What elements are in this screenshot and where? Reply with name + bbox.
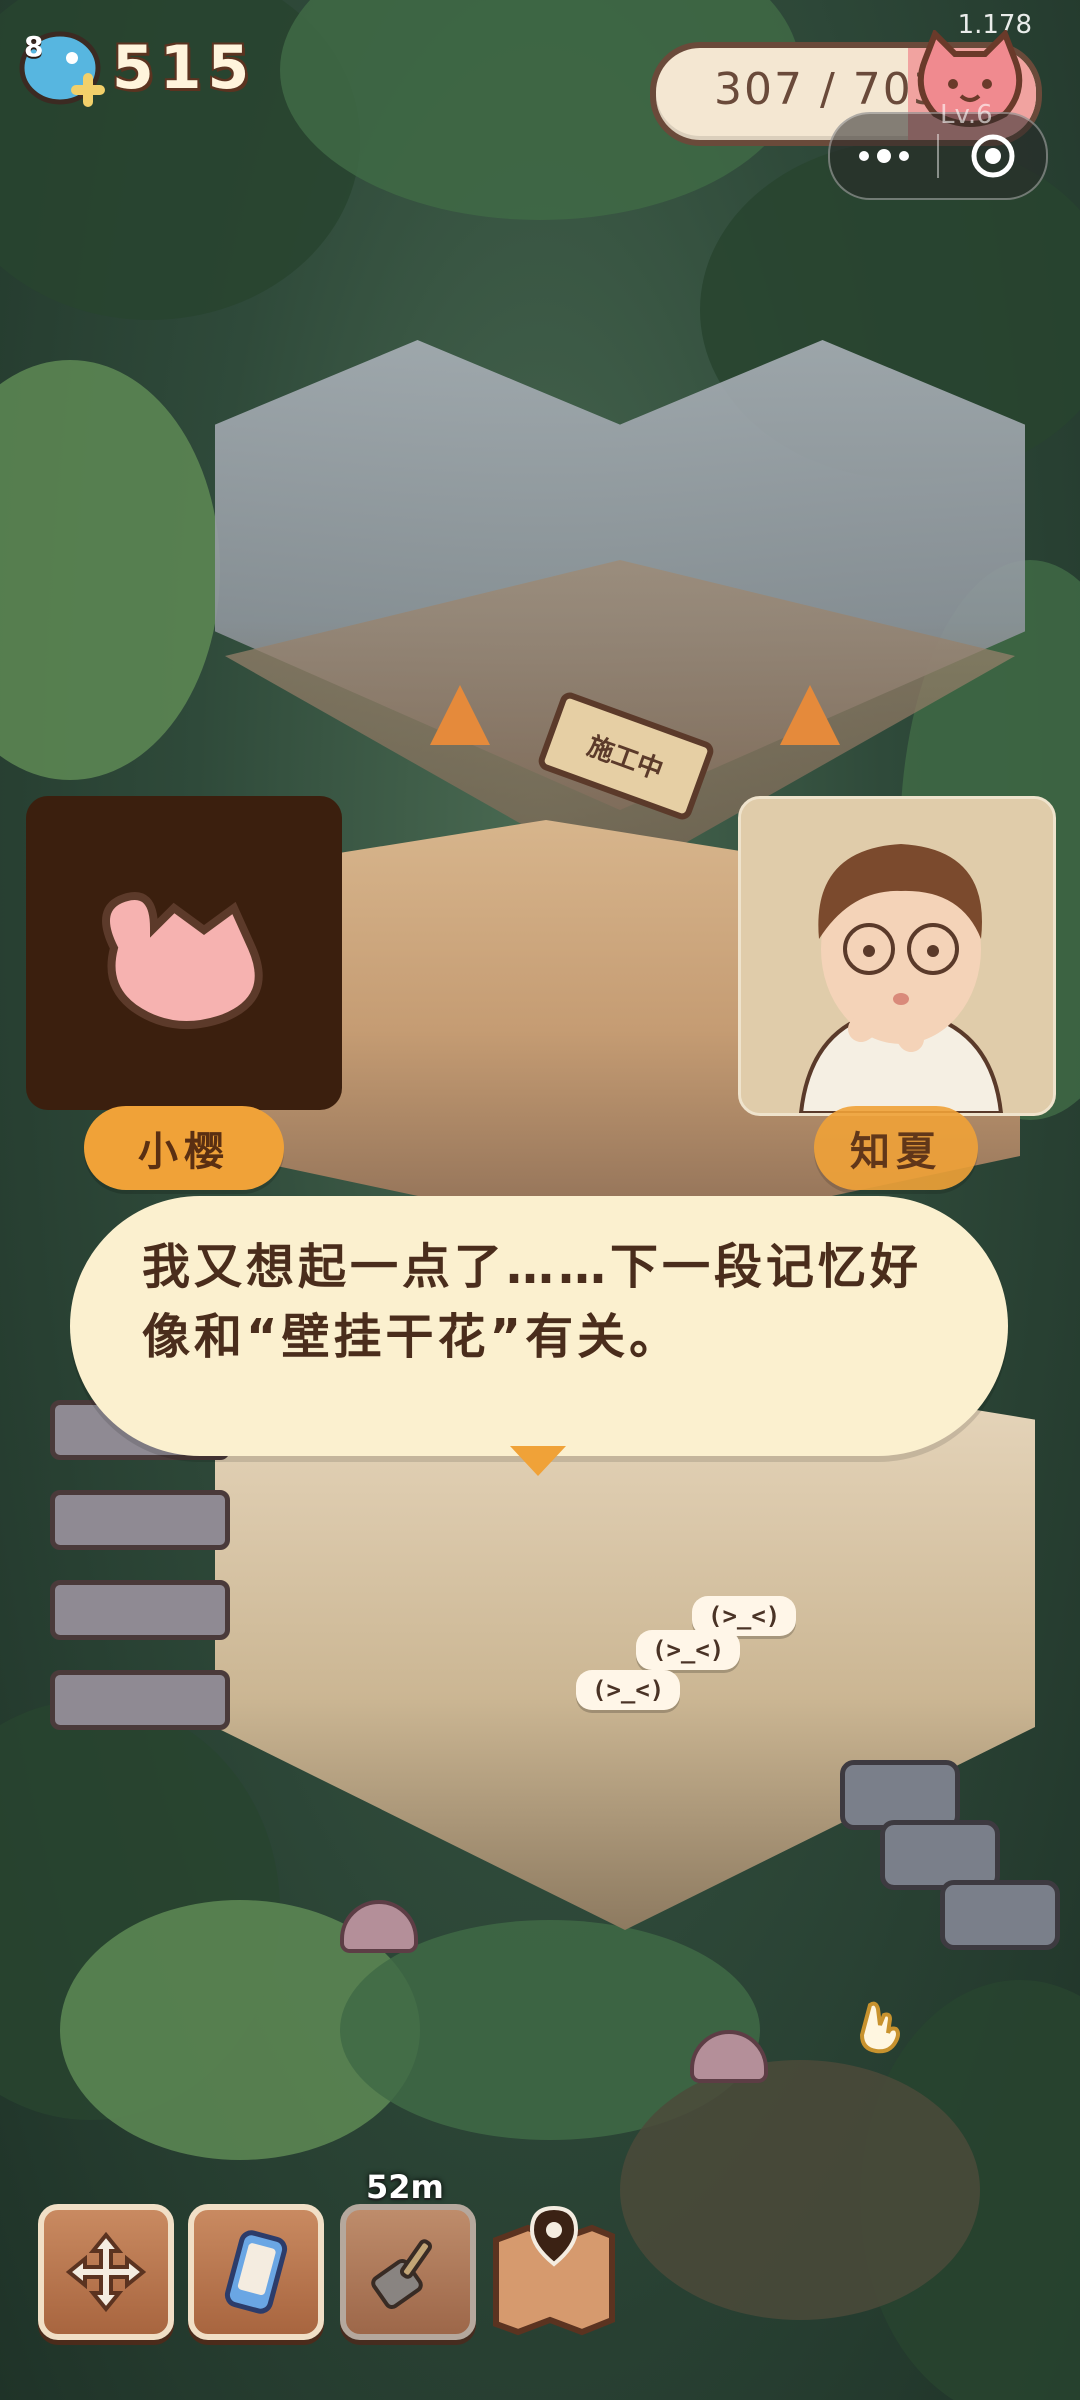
stepping-stones [820,1760,1080,1960]
mini-program-capsule[interactable] [828,112,1048,200]
portrait-zhixia [738,796,1056,1116]
target-close-icon [971,134,1014,178]
more-menu-button[interactable] [830,114,937,198]
cat-speech-bubble[interactable]: (>_<) [636,1630,741,1670]
dialog-continue-arrow-icon[interactable] [510,1446,566,1476]
stair-step [50,1580,230,1640]
foliage [0,360,220,780]
phone-tool-button[interactable] [188,2204,324,2340]
mushroom [340,1900,418,1953]
speaker-name-left: 小樱 [84,1106,284,1190]
currency-display[interactable]: 515 [16,28,255,108]
litter-scoop-icon [371,2239,432,2310]
speaker-name-right: 知夏 [814,1106,978,1190]
litter-scoop-tool-button[interactable] [340,2204,476,2340]
traffic-cone-icon [780,685,840,745]
phone-icon [224,2230,288,2314]
more-dots-icon [858,149,909,163]
map-location-button[interactable] [488,2200,620,2336]
move-tool-button[interactable] [38,2204,174,2340]
tap-hint-hand-icon [859,2001,900,2054]
ground-patch [620,2060,980,2320]
pink-cat-silhouette-icon [102,892,263,1030]
stone [940,1880,1060,1950]
sign-text: 施工中 [583,730,667,786]
currency-amount: 515 [112,33,256,103]
stair-step [50,1490,230,1550]
timer-label: 52m [366,2168,444,2206]
cat-level-label: Lv.6 [940,100,993,130]
traffic-cone-icon [430,685,490,745]
portrait-xiaoying [26,796,342,1110]
move-arrows-icon [65,2231,147,2313]
player-level: 8 [24,30,44,63]
girl-with-glasses-portrait [741,799,1053,1113]
dialog-box[interactable]: 我又想起一点了……下一段记忆好像和“壁挂干花”有关。 [70,1196,1008,1456]
cat-speech-bubble[interactable]: (>_<) [576,1670,681,1710]
stair-step [50,1670,230,1730]
dialog-text: 我又想起一点了……下一段记忆好像和“壁挂干花”有关。 [142,1239,923,1365]
